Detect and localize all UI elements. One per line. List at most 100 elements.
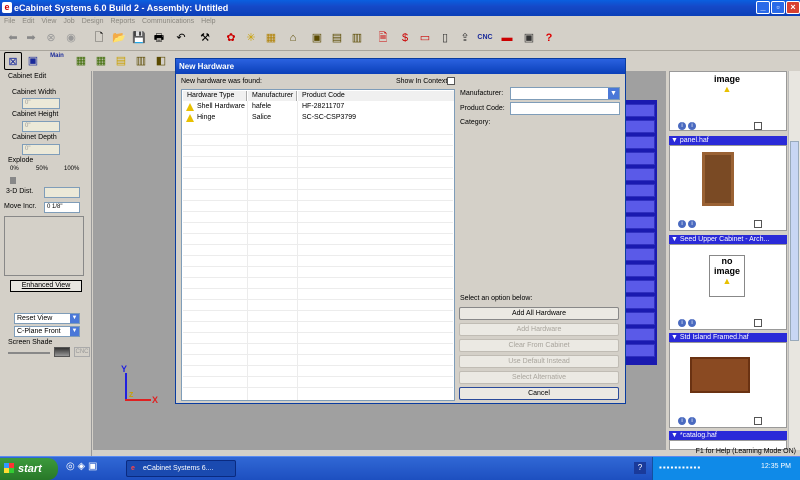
- catalog-scrollbar[interactable]: [788, 71, 800, 450]
- palette-cell[interactable]: [624, 344, 655, 357]
- enhanced-view-button[interactable]: Enhanced View: [10, 280, 82, 292]
- view-icon-2[interactable]: ▦: [92, 52, 110, 70]
- palette-cell[interactable]: [624, 184, 655, 197]
- view-icon-1[interactable]: ▦: [72, 52, 90, 70]
- palette-cell[interactable]: [624, 200, 655, 213]
- cost-icon[interactable]: $: [396, 29, 414, 47]
- show-context-checkbox[interactable]: [447, 77, 455, 85]
- info-icon[interactable]: i: [688, 319, 696, 327]
- item-checkbox[interactable]: [754, 319, 762, 327]
- undo-icon[interactable]: ↶: [172, 29, 190, 47]
- report-icon[interactable]: 🗎: [374, 29, 392, 47]
- menu-reports[interactable]: Reports: [110, 16, 135, 27]
- select-alternative-button[interactable]: Select Alternative: [459, 371, 619, 384]
- help-icon[interactable]: ?: [540, 29, 558, 47]
- cplane-select[interactable]: C-Plane Front ▼: [14, 326, 80, 337]
- info-icon[interactable]: i: [688, 220, 696, 228]
- palette-cell[interactable]: [624, 168, 655, 181]
- info-icon[interactable]: i: [678, 122, 686, 130]
- catalog-item-title[interactable]: ▼ *catalog.haf: [669, 431, 787, 440]
- start-button[interactable]: start: [0, 458, 58, 480]
- view-icon-4[interactable]: ▥: [132, 52, 150, 70]
- cabinet-height-input[interactable]: 0": [22, 121, 60, 132]
- palette-cell[interactable]: [624, 264, 655, 277]
- close-button[interactable]: ×: [786, 1, 800, 14]
- tray-icons[interactable]: ▪▪▪▪▪▪▪▪▪▪▪: [659, 463, 759, 474]
- chevron-down-icon[interactable]: ▼: [70, 314, 79, 323]
- quick-launch-icons[interactable]: ◎ ◈ ▣: [66, 461, 114, 475]
- palette-cell[interactable]: [624, 104, 655, 117]
- explode-slider[interactable]: [10, 177, 16, 184]
- back-arrow-icon[interactable]: ⬅: [4, 29, 22, 47]
- cabinet-icon-2[interactable]: ▤: [328, 29, 346, 47]
- wall-icon[interactable]: ▦: [262, 29, 280, 47]
- product-code-input[interactable]: [510, 102, 620, 115]
- taskbar-task[interactable]: e eCabinet Systems 6....: [126, 460, 236, 477]
- menu-file[interactable]: File: [4, 16, 15, 27]
- palette-cell[interactable]: [624, 232, 655, 245]
- menu-job[interactable]: Job: [63, 16, 74, 27]
- dist-input[interactable]: [44, 187, 80, 198]
- chevron-down-icon[interactable]: ▼: [608, 88, 619, 99]
- refresh-icon[interactable]: ◉: [62, 29, 80, 47]
- column-header-code[interactable]: Product Code: [298, 91, 454, 101]
- menu-design[interactable]: Design: [82, 16, 104, 27]
- cnc-button[interactable]: CNC: [74, 347, 90, 357]
- clear-from-cabinet-button[interactable]: Clear From Cabinet: [459, 339, 619, 352]
- catalog-item[interactable]: no image ▲ i i: [669, 244, 787, 330]
- catalog-item[interactable]: i i: [669, 145, 787, 231]
- item-checkbox[interactable]: [754, 417, 762, 425]
- info-icon[interactable]: i: [688, 122, 696, 130]
- view-icon-5[interactable]: ◧: [152, 52, 170, 70]
- item-checkbox[interactable]: [754, 122, 762, 130]
- info-icon[interactable]: i: [688, 417, 696, 425]
- forward-arrow-icon[interactable]: ➡: [22, 29, 40, 47]
- table-row[interactable]: Hinge Salice SC-SC-CSP3799: [183, 113, 453, 123]
- cutlist-icon[interactable]: ▭: [416, 29, 434, 47]
- manufacturer-select[interactable]: ▼: [510, 87, 620, 100]
- reset-view-select[interactable]: Reset View ▼: [14, 313, 80, 324]
- upload-icon[interactable]: ⇪: [456, 29, 474, 47]
- column-header-type[interactable]: Hardware Type: [183, 91, 247, 101]
- palette-cell[interactable]: [624, 296, 655, 309]
- chevron-down-icon[interactable]: ▼: [70, 327, 79, 336]
- save-layout-icon[interactable]: ▣: [24, 52, 42, 70]
- use-default-button[interactable]: Use Default Instead: [459, 355, 619, 368]
- save-icon[interactable]: 💾: [130, 29, 148, 47]
- cancel-button[interactable]: Cancel: [459, 387, 619, 400]
- new-file-icon[interactable]: 🗋: [90, 29, 108, 47]
- menu-help[interactable]: Help: [201, 16, 215, 27]
- help-tray-icon[interactable]: ?: [634, 462, 646, 474]
- info-icon[interactable]: i: [678, 220, 686, 228]
- palette-cell[interactable]: [624, 280, 655, 293]
- move-incr-input[interactable]: 0 1/8": [44, 202, 80, 213]
- minimize-button[interactable]: _: [756, 1, 770, 14]
- palette-cell[interactable]: [624, 136, 655, 149]
- shade-slider[interactable]: [8, 352, 50, 354]
- cabinet-icon-1[interactable]: ▣: [308, 29, 326, 47]
- menu-view[interactable]: View: [41, 16, 56, 27]
- add-hardware-button[interactable]: Add Hardware: [459, 323, 619, 336]
- cnc-icon[interactable]: CNC: [476, 29, 494, 47]
- open-folder-icon[interactable]: 📂: [110, 29, 128, 47]
- palette-cell[interactable]: [624, 120, 655, 133]
- catalog-item[interactable]: image ▲ i i: [669, 71, 787, 131]
- cabinet-width-input[interactable]: 0": [22, 98, 60, 109]
- monitor-icon[interactable]: ▣: [520, 29, 538, 47]
- info-icon[interactable]: i: [678, 319, 686, 327]
- table-row[interactable]: Shell Hardware hafele HF-28211707: [183, 102, 453, 112]
- catalog-item-title[interactable]: ▼ Seed Upper Cabinet - Arch...: [669, 235, 787, 244]
- menu-communications[interactable]: Communications: [142, 16, 194, 27]
- tools-icon[interactable]: ⚒: [196, 29, 214, 47]
- cabinet-icon-3[interactable]: ▥: [348, 29, 366, 47]
- paint-icon[interactable]: ✿: [222, 29, 240, 47]
- shade-swatch[interactable]: [54, 347, 70, 357]
- document-icon[interactable]: ▯: [436, 29, 454, 47]
- stop-icon[interactable]: ⊗: [42, 29, 60, 47]
- catalog-item-title[interactable]: ▼ Std Island Framed.haf: [669, 333, 787, 342]
- add-all-hardware-button[interactable]: Add All Hardware: [459, 307, 619, 320]
- main-icon[interactable]: Main: [48, 52, 66, 70]
- flag-icon[interactable]: ▬: [498, 29, 516, 47]
- palette-cell[interactable]: [624, 152, 655, 165]
- arch-icon[interactable]: ⌂: [284, 29, 302, 47]
